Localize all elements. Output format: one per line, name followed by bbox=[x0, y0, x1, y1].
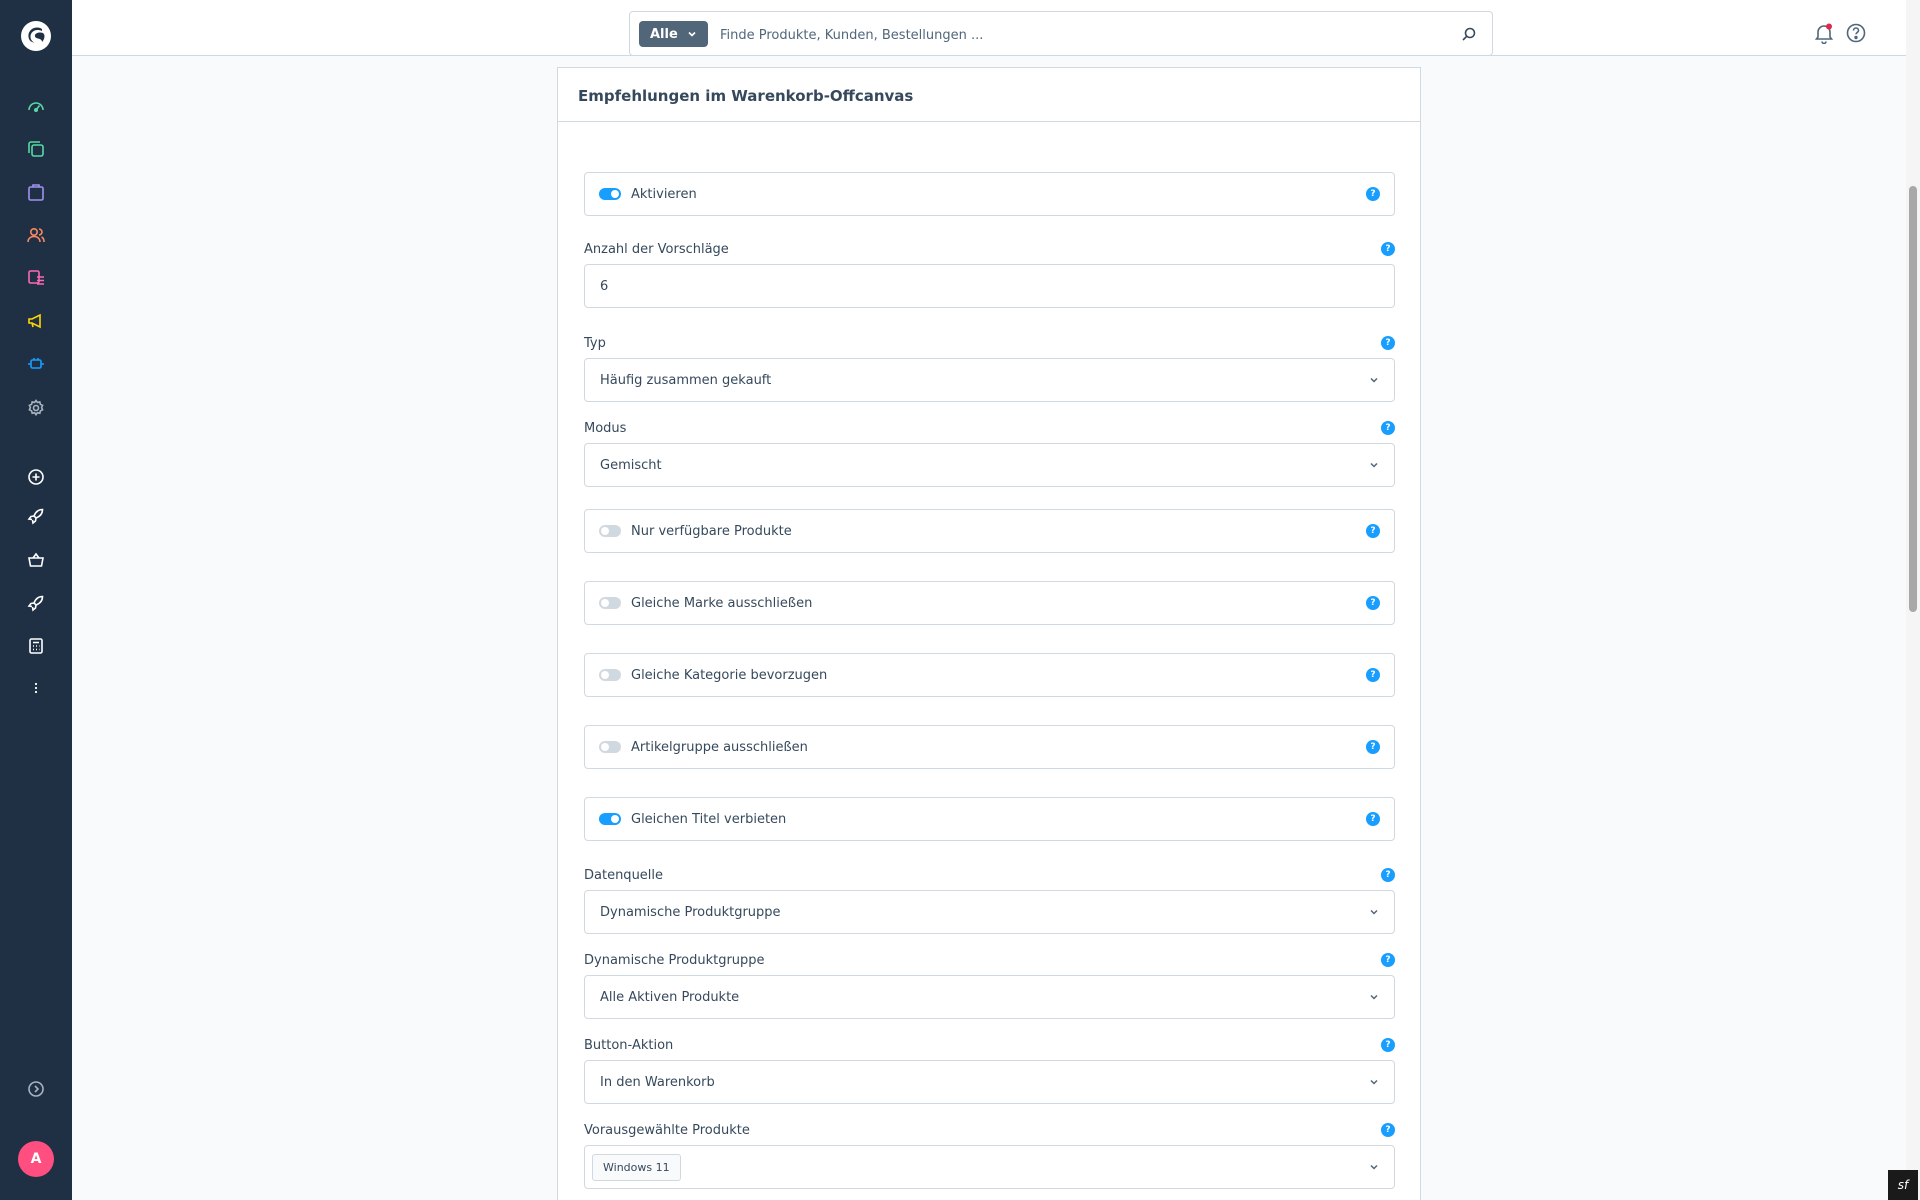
forbid-title-label: Gleichen Titel verbieten bbox=[631, 811, 787, 827]
product-chip[interactable]: Windows 11 bbox=[592, 1153, 681, 1181]
chevron-down-icon bbox=[1370, 377, 1378, 383]
help-icon[interactable]: ? bbox=[1366, 187, 1380, 201]
help-icon[interactable]: ? bbox=[1366, 668, 1380, 682]
button-action-field: Button-Aktion ? In den Warenkorb bbox=[584, 1036, 1395, 1104]
chevron-down-icon bbox=[1370, 909, 1378, 915]
stream-field: Dynamische Produktgruppe ? Alle Aktiven … bbox=[584, 951, 1395, 1019]
scroll-thumb[interactable] bbox=[1909, 186, 1917, 612]
top-bar: Alle bbox=[72, 0, 1906, 56]
button-action-value: In den Warenkorb bbox=[600, 1074, 715, 1090]
button-action-label: Button-Aktion bbox=[584, 1037, 674, 1053]
count-label: Anzahl der Vorschläge bbox=[584, 241, 729, 257]
customers-icon[interactable] bbox=[24, 223, 48, 247]
basket-icon[interactable] bbox=[24, 548, 48, 572]
type-value: Häufig zusammen gekauft bbox=[600, 372, 772, 388]
card-title: Empfehlungen im Warenkorb-Offcanvas bbox=[578, 87, 914, 105]
mode-field: Modus ? Gemischt bbox=[584, 419, 1395, 487]
activate-row: Aktivieren ? bbox=[584, 172, 1395, 216]
forbid-title-toggle[interactable] bbox=[599, 813, 621, 825]
exclude-group-toggle[interactable] bbox=[599, 741, 621, 753]
search-icon[interactable] bbox=[1460, 25, 1478, 43]
exclude-group-row: Artikelgruppe ausschließen ? bbox=[584, 725, 1395, 769]
rocket-icon-2[interactable] bbox=[24, 591, 48, 615]
search-type-label: Alle bbox=[650, 26, 678, 42]
preselected-label: Vorausgewählte Produkte bbox=[584, 1122, 750, 1138]
calculator-icon[interactable] bbox=[24, 634, 48, 658]
help-icon[interactable]: ? bbox=[1381, 242, 1395, 256]
catalog-icon[interactable] bbox=[24, 137, 48, 161]
type-field: Typ ? Häufig zusammen gekauft bbox=[584, 334, 1395, 402]
help-icon[interactable]: ? bbox=[1366, 596, 1380, 610]
activate-toggle[interactable] bbox=[599, 188, 621, 200]
help-icon[interactable]: ? bbox=[1381, 336, 1395, 350]
source-value: Dynamische Produktgruppe bbox=[600, 904, 781, 920]
help-icon[interactable]: ? bbox=[1366, 812, 1380, 826]
search-bar: Alle bbox=[629, 11, 1493, 56]
add-icon[interactable] bbox=[24, 465, 48, 489]
help-icon[interactable]: ? bbox=[1381, 1123, 1395, 1137]
exclude-brand-row: Gleiche Marke ausschließen ? bbox=[584, 581, 1395, 625]
settings-icon[interactable] bbox=[24, 396, 48, 420]
chevron-down-icon bbox=[688, 31, 696, 37]
exclude-group-label: Artikelgruppe ausschließen bbox=[631, 739, 808, 755]
help-icon[interactable]: ? bbox=[1381, 953, 1395, 967]
extensions-icon[interactable] bbox=[24, 352, 48, 376]
avatar[interactable]: A bbox=[18, 1141, 54, 1177]
stream-label: Dynamische Produktgruppe bbox=[584, 952, 765, 968]
stream-value: Alle Aktiven Produkte bbox=[600, 989, 740, 1005]
help-icon[interactable]: ? bbox=[1366, 524, 1380, 538]
content-icon[interactable] bbox=[24, 266, 48, 290]
type-label: Typ bbox=[584, 335, 606, 351]
count-input[interactable]: 6 bbox=[584, 264, 1395, 308]
type-select[interactable]: Häufig zusammen gekauft bbox=[584, 358, 1395, 402]
chevron-down-icon bbox=[1370, 1164, 1378, 1170]
forbid-title-row: Gleichen Titel verbieten ? bbox=[584, 797, 1395, 841]
prefer-category-label: Gleiche Kategorie bevorzugen bbox=[631, 667, 828, 683]
shopware-logo[interactable] bbox=[20, 20, 52, 52]
prefer-category-row: Gleiche Kategorie bevorzugen ? bbox=[584, 653, 1395, 697]
dashboard-icon[interactable] bbox=[24, 94, 48, 118]
mode-select[interactable]: Gemischt bbox=[584, 443, 1395, 487]
card-header: Empfehlungen im Warenkorb-Offcanvas bbox=[558, 68, 1420, 122]
activate-label: Aktivieren bbox=[631, 186, 697, 202]
chevron-down-icon bbox=[1370, 1079, 1378, 1085]
sidebar: A bbox=[0, 0, 72, 1200]
prefer-category-toggle[interactable] bbox=[599, 669, 621, 681]
settings-card: Empfehlungen im Warenkorb-Offcanvas Akti… bbox=[557, 67, 1421, 1200]
chevron-down-icon bbox=[1370, 994, 1378, 1000]
button-action-select[interactable]: In den Warenkorb bbox=[584, 1060, 1395, 1104]
count-field: Anzahl der Vorschläge ? 6 bbox=[584, 240, 1395, 308]
source-field: Datenquelle ? Dynamische Produktgruppe bbox=[584, 866, 1395, 934]
help-icon[interactable]: ? bbox=[1366, 740, 1380, 754]
scrollbar[interactable] bbox=[1906, 0, 1920, 1200]
help-icon[interactable]: ? bbox=[1381, 868, 1395, 882]
mode-label: Modus bbox=[584, 420, 627, 436]
symfony-toolbar-icon[interactable]: sf bbox=[1888, 1170, 1918, 1200]
more-icon[interactable] bbox=[24, 676, 48, 700]
collapse-icon[interactable] bbox=[24, 1077, 48, 1101]
search-input[interactable] bbox=[720, 22, 1420, 48]
exclude-brand-toggle[interactable] bbox=[599, 597, 621, 609]
orders-icon[interactable] bbox=[24, 180, 48, 204]
marketing-icon[interactable] bbox=[24, 309, 48, 333]
search-type-dropdown[interactable]: Alle bbox=[639, 21, 708, 47]
exclude-brand-label: Gleiche Marke ausschließen bbox=[631, 595, 813, 611]
help-icon[interactable] bbox=[1845, 22, 1867, 44]
source-select[interactable]: Dynamische Produktgruppe bbox=[584, 890, 1395, 934]
preselected-select[interactable]: Windows 11 bbox=[584, 1145, 1395, 1189]
only-available-toggle[interactable] bbox=[599, 525, 621, 537]
stream-select[interactable]: Alle Aktiven Produkte bbox=[584, 975, 1395, 1019]
help-icon[interactable]: ? bbox=[1381, 1038, 1395, 1052]
count-value: 6 bbox=[600, 278, 609, 294]
rocket-icon[interactable] bbox=[24, 504, 48, 528]
help-icon[interactable]: ? bbox=[1381, 421, 1395, 435]
source-label: Datenquelle bbox=[584, 867, 664, 883]
notification-bell-icon[interactable] bbox=[1813, 22, 1835, 44]
avatar-initial: A bbox=[30, 1151, 42, 1167]
mode-value: Gemischt bbox=[600, 457, 662, 473]
chevron-down-icon bbox=[1370, 462, 1378, 468]
preselected-field: Vorausgewählte Produkte ? Windows 11 bbox=[584, 1121, 1395, 1189]
only-available-label: Nur verfügbare Produkte bbox=[631, 523, 792, 539]
only-available-row: Nur verfügbare Produkte ? bbox=[584, 509, 1395, 553]
